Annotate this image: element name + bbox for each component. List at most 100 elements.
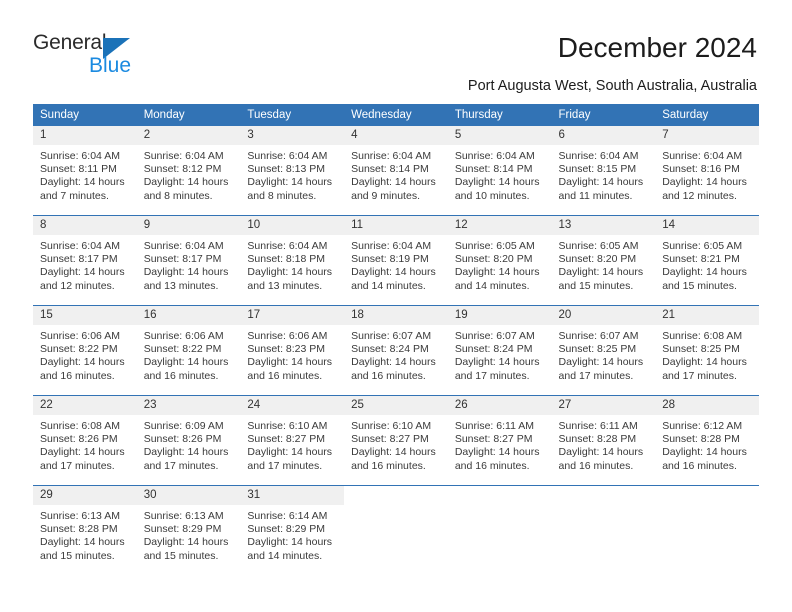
calendar-day-cell[interactable]: 14 Sunrise: 6:05 AM Sunset: 8:21 PM Dayl… <box>655 215 759 306</box>
day-details: Sunrise: 6:10 AM Sunset: 8:27 PM Dayligh… <box>240 415 344 473</box>
weekday-header-tuesday: Tuesday <box>240 104 345 126</box>
day-details: Sunrise: 6:05 AM Sunset: 8:20 PM Dayligh… <box>552 235 656 293</box>
day-number: 16 <box>136 306 241 325</box>
calendar-day-cell[interactable]: 18 Sunrise: 6:07 AM Sunset: 8:24 PM Dayl… <box>344 305 448 396</box>
sunrise-text: Sunrise: 6:04 AM <box>558 150 639 162</box>
daylight-text-line1: Daylight: 14 hours <box>351 176 436 189</box>
calendar-day-cell-empty <box>655 485 759 575</box>
calendar-day-cell[interactable]: 31 Sunrise: 6:14 AM Sunset: 8:29 PM Dayl… <box>240 485 345 575</box>
sunrise-text: Sunrise: 6:09 AM <box>143 420 224 432</box>
sunset-text: Sunset: 8:29 PM <box>143 523 222 536</box>
sunrise-text: Sunrise: 6:04 AM <box>247 240 328 252</box>
sunset-text: Sunset: 8:17 PM <box>143 253 222 266</box>
calendar-day-cell[interactable]: 9 Sunrise: 6:04 AM Sunset: 8:17 PM Dayli… <box>136 215 241 306</box>
calendar-day-cell[interactable]: 13 Sunrise: 6:05 AM Sunset: 8:20 PM Dayl… <box>551 215 656 306</box>
daylight-text-line1: Daylight: 14 hours <box>143 176 229 189</box>
calendar-day-cell[interactable]: 2 Sunrise: 6:04 AM Sunset: 8:12 PM Dayli… <box>136 126 241 216</box>
daylight-text-line2: and 14 minutes. <box>351 279 426 292</box>
daylight-text-line2: and 13 minutes. <box>143 279 219 292</box>
sunset-text: Sunset: 8:20 PM <box>558 253 637 266</box>
daylight-text-line1: Daylight: 14 hours <box>351 266 436 279</box>
day-details: Sunrise: 6:08 AM Sunset: 8:26 PM Dayligh… <box>33 415 137 473</box>
calendar-day-cell[interactable]: 29 Sunrise: 6:13 AM Sunset: 8:28 PM Dayl… <box>33 485 137 575</box>
daylight-text-line2: and 17 minutes. <box>143 459 219 472</box>
day-number: 27 <box>551 396 656 415</box>
day-details: Sunrise: 6:07 AM Sunset: 8:24 PM Dayligh… <box>448 325 552 383</box>
day-number: 24 <box>240 396 345 415</box>
daylight-text-line1: Daylight: 14 hours <box>40 266 125 279</box>
daylight-text-line1: Daylight: 14 hours <box>40 176 125 189</box>
day-details: Sunrise: 6:04 AM Sunset: 8:14 PM Dayligh… <box>448 145 552 203</box>
calendar-day-cell[interactable]: 11 Sunrise: 6:04 AM Sunset: 8:19 PM Dayl… <box>344 215 448 306</box>
calendar-day-cell[interactable]: 4 Sunrise: 6:04 AM Sunset: 8:14 PM Dayli… <box>344 126 448 216</box>
calendar-day-cell[interactable]: 24 Sunrise: 6:10 AM Sunset: 8:27 PM Dayl… <box>240 395 345 486</box>
calendar-day-cell[interactable]: 15 Sunrise: 6:06 AM Sunset: 8:22 PM Dayl… <box>33 305 137 396</box>
calendar-day-cell[interactable]: 17 Sunrise: 6:06 AM Sunset: 8:23 PM Dayl… <box>240 305 345 396</box>
sunset-text: Sunset: 8:22 PM <box>40 343 118 356</box>
sunrise-text: Sunrise: 6:05 AM <box>662 240 743 252</box>
calendar-body: 1 Sunrise: 6:04 AM Sunset: 8:11 PM Dayli… <box>33 126 759 575</box>
calendar-day-cell[interactable]: 12 Sunrise: 6:05 AM Sunset: 8:20 PM Dayl… <box>447 215 552 306</box>
sunrise-text: Sunrise: 6:12 AM <box>662 420 743 432</box>
page-subtitle-location: Port Augusta West, South Australia, Aust… <box>467 78 757 94</box>
daylight-text-line2: and 8 minutes. <box>247 189 317 202</box>
calendar-day-cell[interactable]: 23 Sunrise: 6:09 AM Sunset: 8:26 PM Dayl… <box>136 395 241 486</box>
sunset-text: Sunset: 8:17 PM <box>40 253 118 266</box>
calendar-day-cell[interactable]: 19 Sunrise: 6:07 AM Sunset: 8:24 PM Dayl… <box>447 305 552 396</box>
weekday-header-monday: Monday <box>136 104 241 126</box>
sunrise-text: Sunrise: 6:06 AM <box>143 330 224 342</box>
sunset-text: Sunset: 8:28 PM <box>40 523 118 536</box>
calendar-day-cell[interactable]: 16 Sunrise: 6:06 AM Sunset: 8:22 PM Dayl… <box>136 305 241 396</box>
day-number: 17 <box>240 306 345 325</box>
day-details: Sunrise: 6:12 AM Sunset: 8:28 PM Dayligh… <box>655 415 759 473</box>
day-number: 3 <box>240 126 345 145</box>
calendar-day-cell[interactable]: 25 Sunrise: 6:10 AM Sunset: 8:27 PM Dayl… <box>344 395 448 486</box>
daylight-text-line2: and 17 minutes. <box>454 369 530 382</box>
calendar-day-cell[interactable]: 28 Sunrise: 6:12 AM Sunset: 8:28 PM Dayl… <box>655 395 759 486</box>
daylight-text-line2: and 16 minutes. <box>40 369 115 382</box>
calendar-day-cell[interactable]: 8 Sunrise: 6:04 AM Sunset: 8:17 PM Dayli… <box>33 215 137 306</box>
sunrise-text: Sunrise: 6:04 AM <box>662 150 743 162</box>
daylight-text-line2: and 17 minutes. <box>662 369 737 382</box>
calendar-day-cell[interactable]: 5 Sunrise: 6:04 AM Sunset: 8:14 PM Dayli… <box>447 126 552 216</box>
sunset-text: Sunset: 8:15 PM <box>558 163 637 176</box>
calendar-day-cell[interactable]: 6 Sunrise: 6:04 AM Sunset: 8:15 PM Dayli… <box>551 126 656 216</box>
daylight-text-line1: Daylight: 14 hours <box>40 356 125 369</box>
day-details: Sunrise: 6:10 AM Sunset: 8:27 PM Dayligh… <box>344 415 448 473</box>
daylight-text-line1: Daylight: 14 hours <box>143 446 229 459</box>
calendar-day-cell[interactable]: 21 Sunrise: 6:08 AM Sunset: 8:25 PM Dayl… <box>655 305 759 396</box>
sunrise-text: Sunrise: 6:11 AM <box>454 420 534 432</box>
day-number: 1 <box>33 126 137 145</box>
logo-text-blue: Blue <box>89 54 132 77</box>
calendar-day-cell[interactable]: 30 Sunrise: 6:13 AM Sunset: 8:29 PM Dayl… <box>136 485 241 575</box>
logo-text-general: General <box>33 31 107 54</box>
calendar-day-cell[interactable]: 1 Sunrise: 6:04 AM Sunset: 8:11 PM Dayli… <box>33 126 137 216</box>
sunset-text: Sunset: 8:29 PM <box>247 523 326 536</box>
daylight-text-line2: and 11 minutes. <box>558 189 633 202</box>
daylight-text-line2: and 16 minutes. <box>662 459 737 472</box>
calendar-day-cell[interactable]: 20 Sunrise: 6:07 AM Sunset: 8:25 PM Dayl… <box>551 305 656 396</box>
calendar-day-cell[interactable]: 7 Sunrise: 6:04 AM Sunset: 8:16 PM Dayli… <box>655 126 759 216</box>
day-number: 20 <box>551 306 656 325</box>
daylight-text-line1: Daylight: 14 hours <box>143 266 229 279</box>
day-details: Sunrise: 6:05 AM Sunset: 8:21 PM Dayligh… <box>655 235 759 293</box>
calendar-day-cell[interactable]: 10 Sunrise: 6:04 AM Sunset: 8:18 PM Dayl… <box>240 215 345 306</box>
generalblue-logo[interactable]: General Blue <box>33 31 183 79</box>
daylight-text-line2: and 9 minutes. <box>351 189 420 202</box>
day-number: 25 <box>344 396 448 415</box>
sunrise-text: Sunrise: 6:04 AM <box>40 240 120 252</box>
calendar-day-cell[interactable]: 26 Sunrise: 6:11 AM Sunset: 8:27 PM Dayl… <box>447 395 552 486</box>
page-header: General Blue December 2024 Port Augusta … <box>0 0 792 100</box>
calendar-day-cell-empty <box>447 485 552 575</box>
daylight-text-line1: Daylight: 14 hours <box>247 266 333 279</box>
daylight-text-line2: and 16 minutes. <box>143 369 219 382</box>
calendar-day-cell[interactable]: 27 Sunrise: 6:11 AM Sunset: 8:28 PM Dayl… <box>551 395 656 486</box>
day-details: Sunrise: 6:07 AM Sunset: 8:24 PM Dayligh… <box>344 325 448 383</box>
daylight-text-line2: and 17 minutes. <box>558 369 634 382</box>
sunset-text: Sunset: 8:27 PM <box>247 433 326 446</box>
calendar-day-cell[interactable]: 3 Sunrise: 6:04 AM Sunset: 8:13 PM Dayli… <box>240 126 345 216</box>
sunset-text: Sunset: 8:23 PM <box>247 343 326 356</box>
daylight-text-line2: and 15 minutes. <box>558 279 634 292</box>
calendar-day-cell[interactable]: 22 Sunrise: 6:08 AM Sunset: 8:26 PM Dayl… <box>33 395 137 486</box>
sunset-text: Sunset: 8:22 PM <box>143 343 222 356</box>
